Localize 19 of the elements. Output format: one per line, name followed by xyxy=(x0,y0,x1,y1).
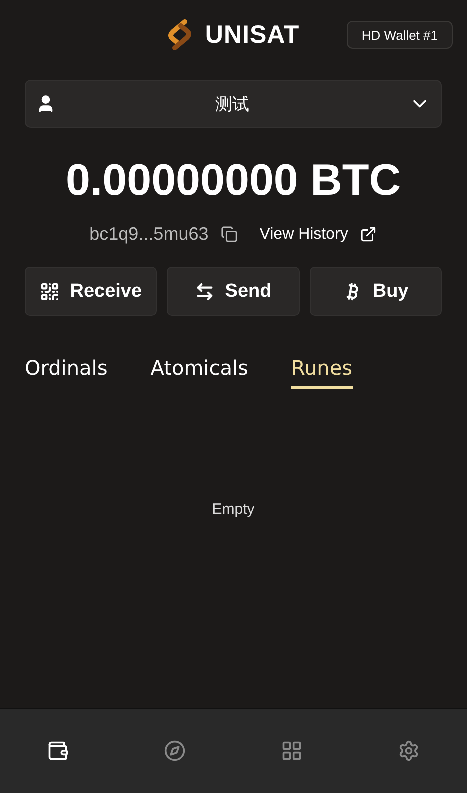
buy-button[interactable]: Buy xyxy=(310,267,442,316)
empty-message: Empty xyxy=(212,501,255,520)
account-name: 测试 xyxy=(214,94,250,116)
tab[interactable]: Runes xyxy=(291,356,353,389)
external-link-icon[interactable] xyxy=(360,226,378,243)
tab[interactable]: Ordinals xyxy=(25,356,108,389)
receive-button[interactable]: Receive xyxy=(25,267,158,316)
view-history-link[interactable]: View History xyxy=(260,226,348,244)
arrows-icon xyxy=(195,282,216,302)
send-button[interactable]: Send xyxy=(167,267,300,316)
logo-icon xyxy=(167,18,194,52)
qr-code-icon xyxy=(40,282,60,302)
tab[interactable]: Atomicals xyxy=(150,356,248,389)
brand-name: UNISAT xyxy=(205,20,300,50)
address: bc1q9...5mu63 xyxy=(90,224,209,245)
copy-icon[interactable] xyxy=(220,226,238,243)
wallet-button[interactable]: HD Wallet #1 xyxy=(346,21,453,49)
balance: 0.00000000 BTC xyxy=(64,156,402,206)
account-selector[interactable]: 测试 xyxy=(25,80,442,128)
